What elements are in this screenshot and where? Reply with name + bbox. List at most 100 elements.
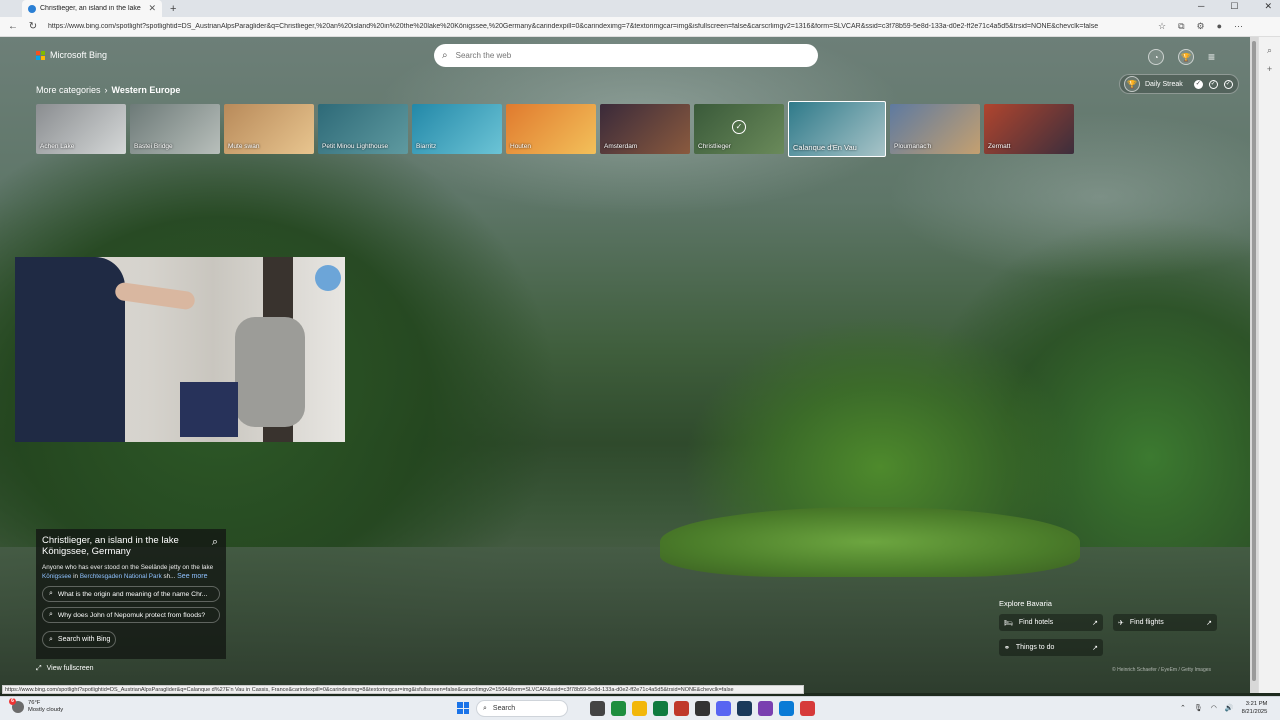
minimize-icon[interactable]: ─	[1198, 1, 1204, 12]
wifi-icon[interactable]: ◠	[1211, 704, 1217, 712]
refresh-icon[interactable]: ↻	[28, 21, 38, 32]
find-hotels-button[interactable]: 🛏 Find hotels ↗	[999, 614, 1103, 631]
view-fullscreen-button[interactable]: ⤢ View fullscreen	[36, 665, 94, 673]
app-icon[interactable]	[800, 701, 815, 716]
url-field[interactable]: https://www.bing.com/spotlight?spotlight…	[48, 23, 1148, 30]
carousel-item-label: Zermatt	[988, 143, 1011, 150]
streak-trophy-icon: 🏆	[1124, 76, 1140, 92]
carousel-item[interactable]: Biarritz	[412, 104, 502, 154]
search-input[interactable]	[455, 51, 756, 60]
streak-label: Daily Streak	[1145, 80, 1183, 88]
selected-check-icon: ✓	[732, 120, 746, 134]
external-link-icon: ↗	[1092, 644, 1098, 652]
bing-spotlight-page: Microsoft Bing ⌕ ◔ 🏆 ≡ 🏆 Daily Streak ✓ …	[0, 37, 1250, 693]
description-text: in	[71, 573, 80, 580]
find-flights-label: Find flights	[1129, 619, 1164, 626]
carousel-item-label: Calanque d'En Vau	[793, 143, 857, 152]
find-flights-button[interactable]: ✈ Find flights ↗	[1113, 614, 1217, 631]
carousel-item-label: Petit Minou Lighthouse	[322, 143, 389, 150]
app-icon[interactable]	[758, 701, 773, 716]
breadcrumb: More categories › Western Europe	[36, 85, 180, 95]
browser-tab[interactable]: Christlieger, an island in the lake ✕	[22, 0, 162, 17]
profile-icon[interactable]: ●	[1217, 21, 1222, 32]
external-link-icon: ↗	[1206, 619, 1212, 627]
carousel-item-selected[interactable]: ✓ Christlieger	[694, 104, 784, 154]
binoculars-icon: ⚭	[1004, 644, 1010, 652]
image-description: Anyone who has ever stood on the Seeländ…	[42, 563, 220, 581]
address-bar-row: ← ↻ https://www.bing.com/spotlight?spotl…	[0, 17, 1280, 37]
chrome-icon[interactable]	[611, 701, 626, 716]
task-view-icon[interactable]	[590, 701, 605, 716]
bing-logo[interactable]: Microsoft Bing	[36, 50, 107, 60]
rewards-icon[interactable]: 🏆	[1178, 49, 1194, 65]
browser-tab-bar: Christlieger, an island in the lake ✕ + …	[0, 0, 1280, 17]
carousel-item[interactable]: Bastei Bridge	[130, 104, 220, 154]
chevron-up-icon[interactable]: ⌃	[1180, 704, 1186, 712]
question-chip[interactable]: ⌕ What is the origin and meaning of the …	[42, 586, 220, 602]
temperature: 76°F	[28, 700, 41, 706]
carousel-item-label: Houten	[510, 143, 531, 150]
carousel-item-hovered[interactable]: Calanque d'En Vau	[788, 101, 886, 157]
file-explorer-icon[interactable]	[632, 701, 647, 716]
bed-icon: 🛏	[1004, 619, 1013, 627]
volume-icon[interactable]: 🔊	[1225, 704, 1234, 712]
back-icon[interactable]: ←	[8, 21, 18, 32]
scrollbar-thumb[interactable]	[1252, 41, 1256, 681]
search-icon[interactable]: ⌕	[1259, 45, 1280, 56]
question-text: Why does John of Nepomuk protect from fl…	[57, 611, 206, 619]
national-park-link[interactable]: Berchtesgaden National Park	[80, 573, 162, 580]
browser-right-sidebar: ⌕ +	[1258, 37, 1280, 693]
webcam-chair	[235, 317, 305, 427]
account-icon[interactable]: ◔	[1148, 49, 1164, 65]
carousel-item[interactable]: Amsterdam	[600, 104, 690, 154]
new-tab-icon[interactable]: +	[170, 3, 176, 15]
windows-start-icon[interactable]	[457, 702, 469, 714]
see-more-link[interactable]: See more	[177, 573, 207, 580]
more-categories-link[interactable]: More categories	[36, 85, 101, 95]
carousel-item[interactable]: Achen Lake	[36, 104, 126, 154]
carousel-item[interactable]: Ploumanac'h	[890, 104, 980, 154]
carousel-item-label: Achen Lake	[40, 143, 75, 150]
carousel-item[interactable]: Mute swan	[224, 104, 314, 154]
things-to-do-button[interactable]: ⚭ Things to do ↗	[999, 639, 1103, 656]
favorite-star-icon[interactable]: ☆	[1158, 21, 1166, 32]
browser-toolbar: ☆ ⧉ ⚙ ● ⋯	[1158, 21, 1243, 32]
search-with-bing-button[interactable]: ⌕ Search with Bing	[42, 631, 116, 648]
add-icon[interactable]: +	[1259, 64, 1280, 74]
webcam-wall-clock	[315, 265, 341, 291]
search-icon[interactable]: ⌕	[212, 536, 218, 549]
island-background	[660, 507, 1080, 577]
hamburger-menu-icon[interactable]: ≡	[1208, 50, 1215, 64]
webcam-overlay	[15, 257, 345, 442]
carousel-item[interactable]: Houten	[506, 104, 596, 154]
page-scrollbar[interactable]	[1250, 37, 1258, 693]
search-box[interactable]: ⌕	[434, 44, 818, 67]
daily-streak[interactable]: 🏆 Daily Streak ✓ ✓ ✓	[1119, 74, 1239, 94]
app-icon[interactable]	[695, 701, 710, 716]
windows-taskbar: 6 76°F Mostly cloudy ⌕ Search ⌃ 🎙 ◠ 🔊 3:…	[0, 696, 1280, 720]
weather-widget[interactable]: 6 76°F Mostly cloudy	[9, 698, 63, 714]
external-link-icon: ↗	[1092, 619, 1098, 627]
clock[interactable]: 3:21 PM 8/21/2025	[1242, 700, 1268, 716]
collections-icon[interactable]: ⧉	[1178, 21, 1184, 32]
carousel-item[interactable]: Zermatt	[984, 104, 1074, 154]
maximize-icon[interactable]: ☐	[1230, 1, 1238, 12]
app-icon[interactable]	[716, 701, 731, 716]
extensions-icon[interactable]: ⚙	[1197, 21, 1205, 32]
question-chip[interactable]: ⌕ Why does John of Nepomuk protect from …	[42, 607, 220, 623]
steam-icon[interactable]	[737, 701, 752, 716]
konigssee-link[interactable]: Königssee	[42, 573, 71, 580]
close-tab-icon[interactable]: ✕	[148, 3, 156, 14]
taskbar-search[interactable]: ⌕ Search	[476, 700, 568, 717]
more-menu-icon[interactable]: ⋯	[1234, 21, 1243, 32]
webcam-arm	[114, 281, 196, 311]
app-icon[interactable]	[674, 701, 689, 716]
taskbar-search-label: Search	[492, 705, 516, 712]
excel-icon[interactable]	[653, 701, 668, 716]
webcam-bag	[180, 382, 238, 437]
chevron-right-icon: ›	[104, 85, 108, 95]
close-window-icon[interactable]: ✕	[1264, 1, 1272, 12]
carousel-item[interactable]: Petit Minou Lighthouse	[318, 104, 408, 154]
microphone-icon[interactable]: 🎙	[1194, 704, 1203, 712]
edge-icon[interactable]	[779, 701, 794, 716]
